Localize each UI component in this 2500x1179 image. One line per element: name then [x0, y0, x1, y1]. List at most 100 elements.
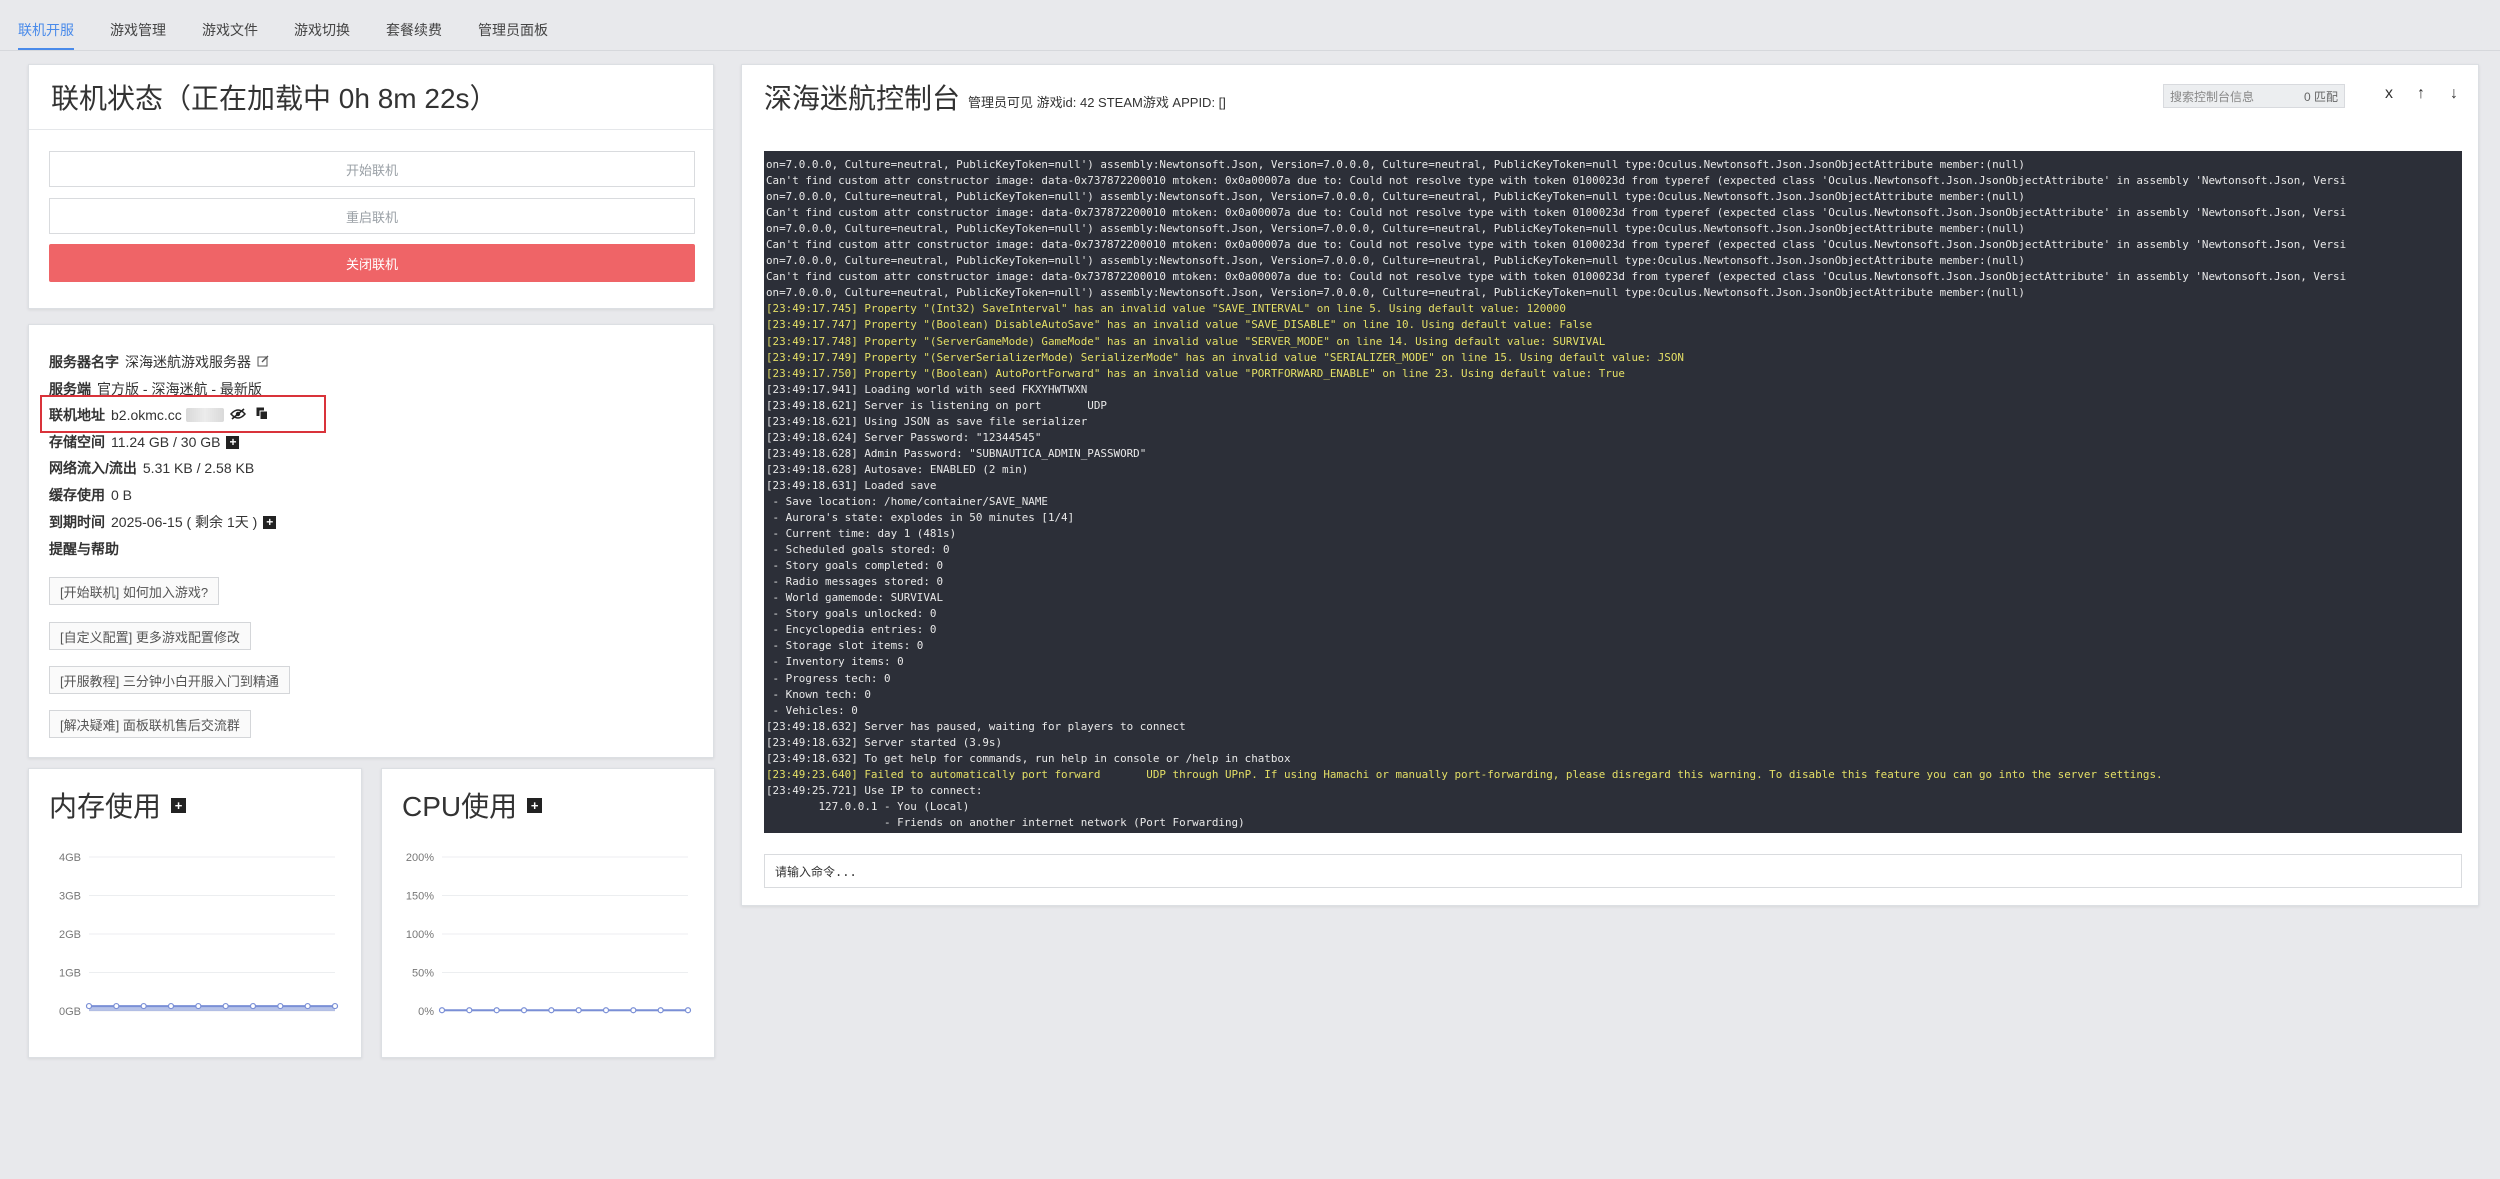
cpu-plus-icon[interactable]: +: [527, 797, 543, 813]
data-point[interactable]: [195, 1002, 202, 1010]
cache-row: 缓存使用 0 B: [49, 485, 132, 505]
console-line: - World gamemode: SURVIVAL: [766, 591, 944, 605]
console-line: [23:49:17.941] Loading world with seed F…: [766, 382, 1088, 396]
expire-label: 到期时间: [49, 514, 105, 530]
command-input-placeholder: 请输入命令...: [775, 864, 857, 879]
storage-value: 11.24 GB / 30 GB: [111, 434, 221, 450]
console-search-placeholder: 搜索控制台信息: [2170, 89, 2255, 104]
tab-4[interactable]: 套餐续费: [368, 20, 460, 50]
console-line: - Inventory items: 0: [766, 655, 904, 669]
console-line: [23:49:18.624] Server Password: "1234454…: [766, 430, 1042, 444]
server-name-label: 服务器名字: [49, 354, 119, 370]
data-point[interactable]: [85, 1002, 93, 1010]
console-line: Can't find custom attr constructor image…: [766, 206, 2347, 220]
data-point[interactable]: [657, 1007, 664, 1014]
memory-title-row: 内存使用 +: [49, 785, 187, 825]
status-header: 联机状态（正在加载中 0h 8m 22s）: [29, 65, 713, 130]
tab-5[interactable]: 管理员面板: [460, 20, 566, 50]
console-line: Can't find custom attr constructor image…: [766, 174, 2347, 188]
console-line: [23:49:17.747] Property "(Boolean) Disab…: [766, 318, 1593, 332]
console-line: [23:49:18.632] To get help for commands,…: [766, 751, 1291, 765]
help-button-config[interactable]: [自定义配置] 更多游戏配置修改: [49, 622, 251, 650]
console-line: on=7.0.0.0, Culture=neutral, PublicKeyTo…: [766, 254, 2025, 268]
cpu-chart: 200% 150% 100% 50% 0%: [406, 852, 692, 1018]
cpu-title-row: CPU使用 +: [402, 785, 543, 825]
console-line: Can't find custom attr constructor image…: [766, 238, 2347, 252]
data-point[interactable]: [304, 1002, 311, 1010]
y-tick-label: 1GB: [59, 968, 81, 980]
start-button[interactable]: 开始联机: [49, 151, 695, 187]
console-line: Can't find custom attr constructor image…: [766, 270, 2347, 284]
data-point[interactable]: [277, 1002, 284, 1010]
console-line: [23:49:18.621] Using JSON as save file s…: [766, 414, 1088, 428]
stop-button[interactable]: 关闭联机: [49, 244, 695, 282]
network-value: 5.31 KB / 2.58 KB: [142, 460, 255, 476]
console-line: [23:49:18.628] Autosave: ENABLED (2 min): [766, 462, 1029, 476]
edit-icon[interactable]: [257, 354, 269, 370]
data-point[interactable]: [602, 1007, 610, 1014]
data-point[interactable]: [438, 1007, 446, 1014]
help-button-support[interactable]: [解决疑难] 面板联机售后交流群: [49, 710, 251, 738]
data-point[interactable]: [331, 1002, 339, 1010]
console-line: on=7.0.0.0, Culture=neutral, PublicKeyTo…: [766, 190, 2025, 204]
console-line: [23:49:18.631] Loaded save: [766, 478, 937, 492]
top-tabs: 联机开服 游戏管理 游戏文件 游戏切换 套餐续费 管理员面板: [0, 0, 2500, 50]
data-point[interactable]: [249, 1002, 257, 1010]
console-line: - Vehicles: 0: [766, 703, 858, 717]
data-point[interactable]: [113, 1002, 120, 1010]
data-point[interactable]: [520, 1007, 528, 1014]
server-name-row: 服务器名字 深海迷航游戏服务器: [49, 352, 269, 372]
restart-button[interactable]: 重启联机: [49, 198, 695, 234]
console-output[interactable]: on=7.0.0.0, Culture=neutral, PublicKeyTo…: [764, 151, 2462, 833]
console-line: on=7.0.0.0, Culture=neutral, PublicKeyTo…: [766, 158, 2025, 171]
console-line: [23:49:18.632] Server has paused, waitin…: [766, 719, 1186, 733]
help-title-row: 提醒与帮助: [49, 539, 125, 559]
y-tick-label: 3GB: [59, 891, 81, 903]
data-point[interactable]: [222, 1002, 229, 1010]
data-point[interactable]: [466, 1007, 473, 1014]
y-tick-label: 150%: [406, 891, 434, 903]
tab-3[interactable]: 游戏切换: [276, 20, 368, 50]
network-label: 网络流入/流出: [49, 460, 137, 476]
tab-2[interactable]: 游戏文件: [184, 20, 276, 50]
console-line: [23:49:17.748] Property "(ServerGameMode…: [766, 334, 1606, 348]
cache-value: 0 B: [111, 487, 133, 503]
storage-plus-icon[interactable]: +: [226, 435, 240, 449]
help-button-tutorial[interactable]: [开服教程] 三分钟小白开服入门到精通: [49, 666, 290, 694]
console-search-input[interactable]: 搜索控制台信息 0 匹配: [2163, 84, 2345, 108]
console-line: - Scheduled goals stored: 0: [766, 543, 950, 557]
status-card: 联机状态（正在加载中 0h 8m 22s） 开始联机 重启联机 关闭联机: [28, 64, 714, 309]
server-name-value: 深海迷航游戏服务器: [125, 354, 251, 370]
console-line: - Known tech: 0: [766, 687, 871, 701]
help-button-join[interactable]: [开始联机] 如何加入游戏?: [49, 577, 220, 605]
console-line: [23:49:18.632] Server started (3.9s): [766, 735, 1003, 749]
data-point[interactable]: [684, 1007, 692, 1014]
renew-plus-icon[interactable]: +: [263, 515, 277, 529]
tab-1[interactable]: 游戏管理: [92, 20, 184, 50]
console-title: 深海迷航控制台: [764, 83, 961, 114]
cache-label: 缓存使用: [49, 487, 105, 503]
data-point[interactable]: [575, 1007, 582, 1014]
search-up-icon[interactable]: ↑: [2417, 85, 2425, 103]
console-subtitle: 管理员可见 游戏id: 42 STEAM游戏 APPID: []: [968, 94, 1226, 110]
data-point[interactable]: [140, 1002, 147, 1010]
memory-card: 内存使用 + 4GB 3GB 2GB 1GB 0GB: [28, 768, 362, 1058]
console-line: - Aurora's state: explodes in 50 minutes…: [766, 511, 1075, 525]
data-point[interactable]: [167, 1002, 175, 1010]
y-tick-label: 50%: [412, 968, 434, 980]
console-card: 深海迷航控制台 管理员可见 游戏id: 42 STEAM游戏 APPID: []…: [741, 64, 2479, 906]
y-tick-label: 0GB: [59, 1006, 81, 1018]
search-down-icon[interactable]: ↓: [2450, 85, 2458, 103]
memory-plus-icon[interactable]: +: [171, 797, 187, 813]
console-line: [23:49:25.721] Use IP to connect:: [766, 783, 983, 797]
data-point[interactable]: [630, 1007, 637, 1014]
console-line: 127.0.0.1 - You (Local): [766, 799, 970, 813]
tab-0[interactable]: 联机开服: [0, 20, 92, 50]
search-clear-icon[interactable]: x: [2385, 85, 2393, 103]
data-point[interactable]: [548, 1007, 555, 1014]
data-point[interactable]: [493, 1007, 500, 1014]
cpu-card: CPU使用 + 200% 150% 100% 50% 0%: [381, 768, 715, 1058]
y-tick-label: 200%: [406, 852, 434, 864]
command-input[interactable]: 请输入命令...: [764, 854, 2462, 888]
console-line: - Current time: day 1 (481s): [766, 527, 957, 541]
